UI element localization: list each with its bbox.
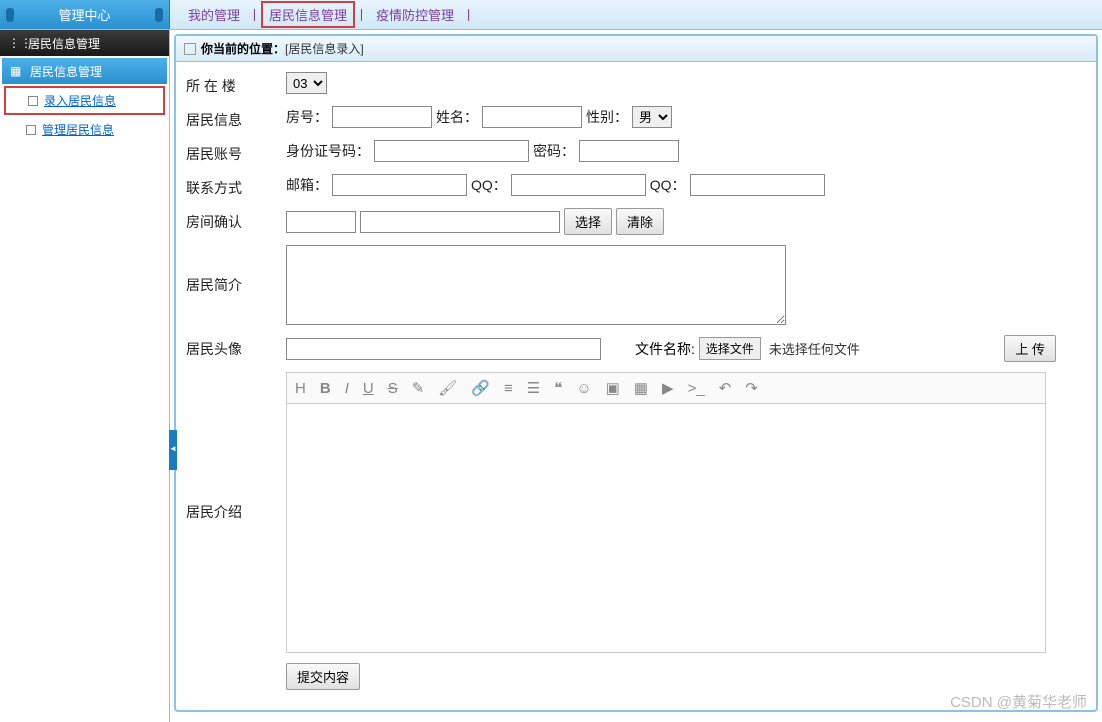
- top-nav: 我的管理 丨 居民信息管理 丨 疫情防控管理 丨: [170, 1, 475, 28]
- grid-icon: ⋮⋮⋮: [8, 36, 22, 50]
- nav-epidemic-control[interactable]: 疫情防控管理: [368, 5, 462, 24]
- nav-my-management[interactable]: 我的管理: [180, 5, 248, 24]
- room-input[interactable]: [332, 106, 432, 128]
- bold-icon[interactable]: B: [320, 380, 331, 397]
- breadcrumb: 你当前的位置： [居民信息录入]: [176, 36, 1096, 62]
- gender-select[interactable]: 男: [632, 106, 672, 128]
- bars-icon: ▦: [10, 64, 24, 78]
- qq1-label: QQ：: [471, 175, 507, 195]
- sidebar-item-manage-resident[interactable]: 管理居民信息: [4, 117, 165, 142]
- page-icon: [184, 43, 196, 55]
- select-button[interactable]: 选择: [564, 208, 612, 235]
- redo-icon[interactable]: ↷: [745, 379, 758, 397]
- sidebar-item-input-resident[interactable]: 录入居民信息: [4, 86, 165, 115]
- room-confirm-label: 房间确认: [186, 208, 286, 232]
- strike-icon[interactable]: S: [388, 380, 398, 397]
- nav-resident-info[interactable]: 居民信息管理: [261, 1, 355, 28]
- main-content: 你当前的位置： [居民信息录入] 所 在 楼 03 居民信息 房号：: [170, 30, 1102, 722]
- building-label: 所 在 楼: [186, 72, 286, 96]
- doc-icon: [26, 125, 36, 135]
- account-label: 居民账号: [186, 140, 286, 164]
- email-label: 邮箱：: [286, 175, 328, 195]
- building-select[interactable]: 03: [286, 72, 327, 94]
- intro-label: 居民介绍: [186, 372, 286, 522]
- qq1-input[interactable]: [511, 174, 646, 196]
- nav-separator: 丨: [248, 5, 261, 24]
- qq2-input[interactable]: [690, 174, 825, 196]
- code-icon[interactable]: >_: [688, 380, 705, 397]
- name-input[interactable]: [482, 106, 582, 128]
- brief-label: 居民简介: [186, 245, 286, 295]
- sidebar-header-label: 居民信息管理: [28, 35, 100, 52]
- sidebar-item-label[interactable]: 录入居民信息: [44, 92, 116, 109]
- sidebar-title: 管理中心: [0, 0, 170, 29]
- gender-label: 性别：: [586, 107, 628, 127]
- video-icon[interactable]: ▶: [662, 379, 674, 397]
- emoji-icon[interactable]: ☺: [576, 380, 591, 397]
- email-input[interactable]: [332, 174, 467, 196]
- clear-button[interactable]: 清除: [616, 208, 664, 235]
- undo-icon[interactable]: ↶: [719, 379, 732, 397]
- room-confirm-input1[interactable]: [286, 211, 356, 233]
- submit-button[interactable]: 提交内容: [286, 663, 360, 690]
- editor-body[interactable]: [286, 403, 1046, 653]
- qq2-label: QQ：: [650, 175, 686, 195]
- sidebar-title-text: 管理中心: [58, 5, 110, 24]
- list-icon[interactable]: ≡: [504, 380, 513, 397]
- align-icon[interactable]: ☰: [527, 379, 540, 397]
- filename-label: 文件名称:: [635, 339, 695, 359]
- choose-file-button[interactable]: 选择文件: [699, 337, 761, 360]
- heading-icon[interactable]: H: [295, 380, 306, 397]
- avatar-path-input[interactable]: [286, 338, 601, 360]
- id-label: 身份证号码：: [286, 141, 370, 161]
- sidebar-section-resident-info[interactable]: ▦ 居民信息管理: [2, 58, 167, 84]
- sidebar-header: ⋮⋮⋮ 居民信息管理: [0, 30, 169, 56]
- no-file-text: 未选择任何文件: [769, 339, 860, 358]
- breadcrumb-prefix: 你当前的位置：: [201, 40, 285, 57]
- pwd-label: 密码：: [533, 141, 575, 161]
- doc-icon: [28, 96, 38, 106]
- name-label: 姓名：: [436, 107, 478, 127]
- underline-icon[interactable]: U: [363, 380, 374, 397]
- table-icon[interactable]: ▦: [634, 379, 648, 397]
- editor-toolbar: H B I U S ✎ 🖌 🔗 ≡ ☰ ❝: [286, 372, 1046, 403]
- form-area: 所 在 楼 03 居民信息 房号： 姓名： 性别：: [176, 62, 1096, 710]
- nav-separator: 丨: [355, 5, 368, 24]
- sidebar-section-label: 居民信息管理: [30, 63, 102, 80]
- quote-icon[interactable]: ❝: [554, 379, 562, 397]
- upload-button[interactable]: 上 传: [1004, 335, 1056, 362]
- nav-separator: 丨: [462, 5, 475, 24]
- sidebar-collapse-handle[interactable]: [169, 430, 177, 470]
- brief-textarea[interactable]: [286, 245, 786, 325]
- italic-icon[interactable]: I: [345, 380, 349, 397]
- room-confirm-input2[interactable]: [360, 211, 560, 233]
- room-label: 房号：: [286, 107, 328, 127]
- contact-label: 联系方式: [186, 174, 286, 198]
- brush-icon[interactable]: 🖌: [438, 379, 457, 397]
- breadcrumb-path: [居民信息录入]: [285, 40, 364, 57]
- highlight-icon[interactable]: ✎: [412, 379, 425, 397]
- sidebar: ⋮⋮⋮ 居民信息管理 ▦ 居民信息管理 录入居民信息 管理居民信息: [0, 30, 170, 722]
- avatar-label: 居民头像: [186, 335, 286, 359]
- sidebar-item-label[interactable]: 管理居民信息: [42, 121, 114, 138]
- id-input[interactable]: [374, 140, 529, 162]
- resident-info-label: 居民信息: [186, 106, 286, 130]
- image-icon[interactable]: ▣: [606, 379, 620, 397]
- link-icon[interactable]: 🔗: [471, 379, 490, 397]
- rich-editor: H B I U S ✎ 🖌 🔗 ≡ ☰ ❝: [286, 372, 1046, 653]
- pwd-input[interactable]: [579, 140, 679, 162]
